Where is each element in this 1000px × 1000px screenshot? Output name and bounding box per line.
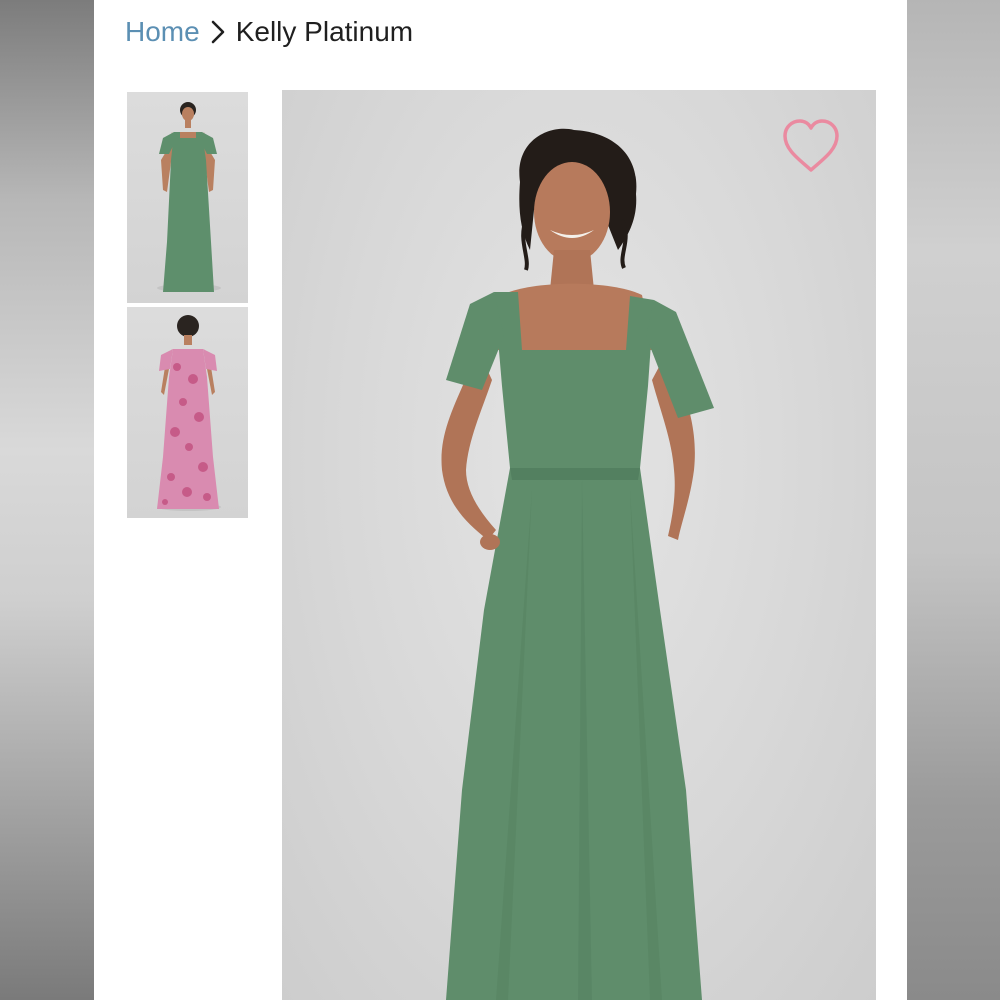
- product-page: Home Kelly Platinum: [94, 0, 907, 1000]
- background-blur-right: [907, 0, 1000, 1000]
- background-blur-left: [0, 0, 94, 1000]
- breadcrumb-home-link[interactable]: Home: [125, 16, 200, 48]
- dress-front-image: [157, 102, 221, 292]
- chevron-right-icon: [208, 19, 228, 45]
- main-product-image: [282, 90, 876, 1000]
- model-wearing-dress: [441, 128, 714, 1000]
- breadcrumb-current: Kelly Platinum: [235, 16, 414, 47]
- thumbnail-front-view[interactable]: [127, 92, 248, 303]
- dress-back-image: [157, 315, 221, 511]
- heart-icon[interactable]: [780, 118, 842, 176]
- thumbnail-back-view[interactable]: [127, 307, 248, 518]
- breadcrumb: Home Kelly Platinum: [125, 14, 413, 50]
